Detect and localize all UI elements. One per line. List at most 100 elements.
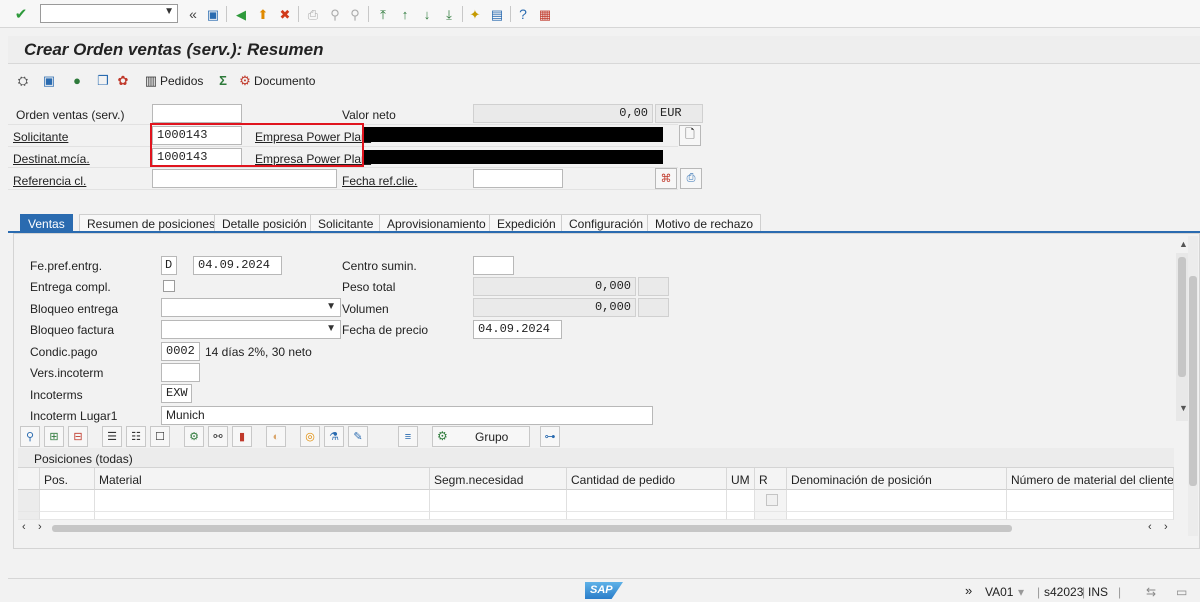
orders-button-label[interactable]: Pedidos [160, 74, 203, 88]
table-cell-um[interactable] [727, 512, 755, 520]
table-cell-r[interactable] [755, 490, 787, 512]
order-reason-icon[interactable]: ⌘ [655, 168, 677, 189]
requested-delivery-date-field[interactable]: 04.09.2024 [193, 256, 282, 275]
deselect-all-icon[interactable]: ☐ [150, 426, 170, 447]
table-cell-segm[interactable] [430, 490, 567, 512]
table-cell-segm[interactable] [430, 512, 567, 520]
row-selector-header[interactable] [18, 468, 40, 490]
first-page-icon[interactable]: ⤒ [374, 5, 392, 23]
tab-motivo-rechazo[interactable]: Motivo de rechazo [647, 214, 762, 232]
table-cell-description[interactable] [787, 490, 1007, 512]
edit-icon[interactable]: ✎ [348, 426, 368, 447]
tab-resumen-posiciones[interactable]: Resumen de posiciones [79, 214, 224, 232]
select-all-icon[interactable]: ☰ [102, 426, 122, 447]
incompletion-log-icon[interactable]: ✿ [114, 71, 132, 89]
select-block-icon[interactable]: ☷ [126, 426, 146, 447]
text-icon[interactable]: ⚗ [324, 426, 344, 447]
column-header-pos[interactable]: Pos. [40, 468, 95, 490]
scroll-left-icon[interactable]: ‹ [22, 521, 26, 533]
chevron-down-icon[interactable]: ▼ [164, 6, 174, 17]
back-arrows-icon[interactable]: « [184, 5, 202, 23]
document-header-icon[interactable]: 🗋 [679, 125, 701, 146]
delivering-plant-field[interactable] [473, 256, 514, 275]
command-field[interactable]: ▼ [40, 4, 178, 23]
ship-to-label[interactable]: Destinat.mcía. [13, 152, 90, 166]
insert-row-icon[interactable]: ⊞ [44, 426, 64, 447]
display-document-flow-icon[interactable]: ⛭ [14, 71, 32, 89]
table-cell-material[interactable] [95, 512, 430, 520]
item-details-icon[interactable]: ⚲ [20, 426, 40, 447]
incoterm-location-field[interactable]: Munich [161, 406, 653, 425]
rejection-checkbox[interactable] [766, 494, 778, 506]
create-session-icon[interactable]: ✦ [466, 5, 484, 23]
scroll-up-icon[interactable]: ▲ [1179, 239, 1188, 249]
previous-page-icon[interactable]: ↑ [396, 5, 414, 23]
table-cell-quantity[interactable] [567, 512, 727, 520]
sold-to-label[interactable]: Solicitante [13, 130, 68, 144]
table-cell-customer-material[interactable] [1007, 512, 1174, 520]
incoterm-version-field[interactable] [161, 363, 200, 382]
help-icon[interactable]: ? [514, 5, 532, 23]
enter-icon[interactable]: ✔ [12, 5, 30, 23]
log-icon[interactable]: ▭ [1176, 585, 1187, 599]
print-icon[interactable]: ⎙ [304, 5, 322, 23]
table-cell-description[interactable] [787, 512, 1007, 520]
status-expand-icon[interactable]: » [965, 583, 972, 598]
table-cell-um[interactable] [727, 490, 755, 512]
table-cell-pos[interactable] [40, 490, 95, 512]
inner-scrollbar[interactable]: ▲ ▼ [1176, 239, 1188, 421]
batch-icon[interactable]: ◎ [300, 426, 320, 447]
customer-reference-label[interactable]: Referencia cl. [13, 174, 86, 188]
column-header-quantity[interactable]: Cantidad de pedido [567, 468, 727, 490]
status-dropdown-icon[interactable]: ▾ [1018, 585, 1024, 599]
sales-order-field[interactable] [152, 104, 242, 123]
row-selector[interactable] [18, 512, 40, 520]
find-icon[interactable]: ⚲ [326, 5, 344, 23]
billing-block-select[interactable]: ▼ [161, 320, 341, 339]
column-header-um[interactable]: UM [727, 468, 755, 490]
table-cell-material[interactable] [95, 490, 430, 512]
payment-terms-field[interactable]: 0002 [161, 342, 200, 361]
business-partner-icon[interactable]: ● [68, 71, 86, 89]
sum-icon[interactable]: Σ [214, 71, 232, 89]
scroll-right-icon[interactable]: › [38, 521, 42, 533]
configuration-icon[interactable]: ◐ [266, 426, 286, 447]
tab-configuracion[interactable]: Configuración [561, 214, 652, 232]
pricing-icon[interactable]: ⚙ [184, 426, 204, 447]
pricing-date-field[interactable]: 04.09.2024 [473, 320, 562, 339]
scrollbar-thumb[interactable] [1178, 257, 1186, 377]
copy-document-icon[interactable]: ❐ [94, 71, 112, 89]
tab-solicitante[interactable]: Solicitante [310, 214, 382, 232]
horizontal-scrollbar[interactable]: ‹ › ‹ › [18, 521, 1174, 535]
chevron-down-icon[interactable]: ▼ [326, 323, 336, 334]
chevron-down-icon[interactable]: ▼ [326, 301, 336, 312]
outer-scrollbar[interactable] [1188, 236, 1198, 536]
column-header-customer-material[interactable]: Número de material del cliente [1007, 468, 1174, 490]
header-details-icon[interactable]: ▣ [40, 71, 58, 89]
scroll-down-icon[interactable]: ▼ [1179, 403, 1188, 413]
scroll-left-icon[interactable]: ‹ [1148, 521, 1152, 533]
table-cell-customer-material[interactable] [1007, 490, 1174, 512]
group-button[interactable]: ⚙ Grupo [432, 426, 530, 447]
column-header-segm[interactable]: Segm.necesidad [430, 468, 567, 490]
table-cell-quantity[interactable] [567, 490, 727, 512]
complete-delivery-checkbox[interactable] [163, 280, 175, 292]
date-type-field[interactable]: D [161, 256, 177, 275]
last-page-icon[interactable]: ⤓ [440, 5, 458, 23]
customize-layout-icon[interactable]: ▦ [536, 5, 554, 23]
customer-reference-field[interactable] [152, 169, 337, 188]
cancel-icon[interactable]: ✖ [276, 5, 294, 23]
column-header-material[interactable]: Material [95, 468, 430, 490]
exit-icon[interactable]: ⬆ [254, 5, 272, 23]
document-icon[interactable]: ⚙ [236, 71, 254, 89]
tab-detalle-posicion[interactable]: Detalle posición [214, 214, 315, 232]
find-next-icon[interactable]: ⚲ [346, 5, 364, 23]
customer-ref-date-field[interactable] [473, 169, 563, 188]
column-header-r[interactable]: R [755, 468, 787, 490]
delivery-block-select[interactable]: ▼ [161, 298, 341, 317]
save-icon[interactable]: ▣ [204, 5, 222, 23]
delete-row-icon[interactable]: ⊟ [68, 426, 88, 447]
scroll-right-icon[interactable]: › [1164, 521, 1168, 533]
availability-icon[interactable]: ▮ [232, 426, 252, 447]
document-button-label[interactable]: Documento [254, 74, 315, 88]
